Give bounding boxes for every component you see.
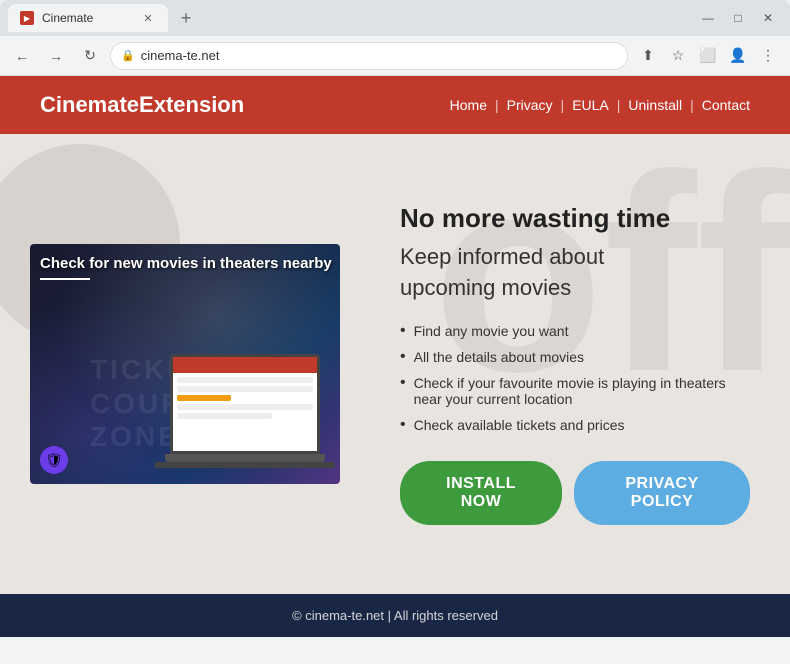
back-btn[interactable]: ←: [8, 42, 36, 70]
nav-contact[interactable]: Contact: [702, 97, 750, 113]
logo-bold: Cinemate: [40, 92, 139, 117]
share-btn[interactable]: ⬆: [634, 42, 662, 70]
site-header: CinemateExtension Home | Privacy | EULA …: [0, 76, 790, 134]
logo-rest: Extension: [139, 92, 244, 117]
new-tab-btn[interactable]: +: [172, 4, 200, 32]
forward-btn[interactable]: →: [42, 42, 70, 70]
browser-toolbar: ← → ↻ 🔒 cinema-te.net ⬆ ☆ ⬜ 👤 ⋮: [0, 36, 790, 76]
active-tab[interactable]: ▶ Cinemate ✕: [8, 4, 168, 32]
hero-buttons: INSTALL NOW PRIVACY POLICY: [400, 461, 750, 525]
site-logo: CinemateExtension: [40, 92, 244, 118]
tab-favicon: ▶: [20, 11, 34, 25]
tab-bar: ▶ Cinemate ✕ +: [8, 4, 690, 32]
card-badge-icon: 🛡: [40, 446, 68, 474]
browser-window: ▶ Cinemate ✕ + — □ ✕ ← → ↻ 🔒 cinema-te.n…: [0, 0, 790, 664]
feature-1: Find any movie you want: [400, 323, 750, 339]
card-text: Check for new movies in theaters nearby: [40, 254, 332, 280]
tab-title: Cinemate: [42, 11, 93, 25]
maximize-btn[interactable]: □: [724, 4, 752, 32]
laptop-screen: [170, 354, 320, 454]
window-controls: — □ ✕: [694, 4, 782, 32]
reload-btn[interactable]: ↻: [76, 42, 104, 70]
extensions-btn[interactable]: ⬜: [694, 42, 722, 70]
movie-card: TICKETCOUPONZONE: [30, 244, 340, 484]
site-footer: © cinema-te.net | All rights reserved: [0, 594, 790, 637]
browser-titlebar: ▶ Cinemate ✕ + — □ ✕: [0, 0, 790, 36]
feature-2: All the details about movies: [400, 349, 750, 365]
minimize-btn[interactable]: —: [694, 4, 722, 32]
bookmark-btn[interactable]: ☆: [664, 42, 692, 70]
hero-right: No more wasting time Keep informed about…: [360, 203, 750, 526]
address-text: cinema-te.net: [141, 48, 617, 63]
laptop-mockup: [170, 354, 340, 484]
menu-btn[interactable]: ⋮: [754, 42, 782, 70]
nav-uninstall[interactable]: Uninstall: [628, 97, 682, 113]
website-content: CinemateExtension Home | Privacy | EULA …: [0, 76, 790, 664]
lock-icon: 🔒: [121, 49, 135, 62]
hero-subtitle: Keep informed aboutupcoming movies: [400, 242, 750, 304]
profile-btn[interactable]: 👤: [724, 42, 752, 70]
footer-text: © cinema-te.net | All rights reserved: [292, 608, 498, 623]
nav-home[interactable]: Home: [450, 97, 487, 113]
toolbar-actions: ⬆ ☆ ⬜ 👤 ⋮: [634, 42, 782, 70]
install-now-button[interactable]: INSTALL NOW: [400, 461, 562, 525]
nav-privacy[interactable]: Privacy: [507, 97, 553, 113]
address-bar[interactable]: 🔒 cinema-te.net: [110, 42, 628, 70]
hero-features: Find any movie you want All the details …: [400, 323, 750, 433]
hero-left: TICKETCOUPONZONE: [30, 244, 360, 484]
hero-title: No more wasting time: [400, 203, 750, 234]
close-btn[interactable]: ✕: [754, 4, 782, 32]
feature-3: Check if your favourite movie is playing…: [400, 375, 750, 407]
nav-eula[interactable]: EULA: [572, 97, 609, 113]
site-nav: Home | Privacy | EULA | Uninstall | Cont…: [450, 97, 750, 113]
tab-close-btn[interactable]: ✕: [140, 10, 156, 26]
hero-section: off TICKETCOUPONZONE: [0, 134, 790, 594]
privacy-policy-button[interactable]: PRIVACY POLICY: [574, 461, 750, 525]
feature-4: Check available tickets and prices: [400, 417, 750, 433]
